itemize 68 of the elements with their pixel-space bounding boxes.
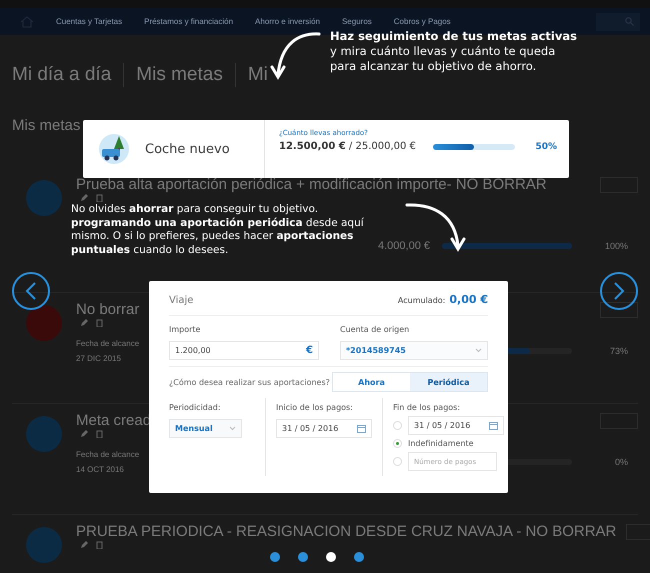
section-title: Mis metas [12, 117, 80, 134]
calendar-icon[interactable] [489, 421, 498, 430]
previous-button[interactable] [12, 272, 50, 310]
breadcrumb-link[interactable]: Mis metas [136, 64, 223, 86]
field-label: Fin de los pagos: [393, 403, 460, 412]
nav-link[interactable]: Seguros [342, 17, 372, 26]
next-button[interactable] [600, 272, 638, 310]
options-dropdown[interactable] [600, 302, 638, 318]
pager-dot[interactable] [270, 552, 280, 562]
pencil-icon[interactable] [80, 430, 88, 438]
date-label: Fecha de alcance [76, 450, 140, 459]
percent-text: 100% [604, 241, 629, 251]
goal-title: PRUEBA PERIODICA - REASIGNACION DESDE CRUZ NAVAJA - NO BORRAR [76, 523, 616, 540]
field-label: Periodicidad: [169, 403, 221, 412]
pencil-icon[interactable] [80, 319, 88, 327]
chevron-right-icon[interactable] [613, 282, 625, 300]
amount-text: 4.000,00 € [378, 240, 430, 252]
accumulated-amount: 0,00 € [449, 293, 488, 306]
trash-icon[interactable] [96, 194, 103, 202]
trash-icon[interactable] [96, 319, 103, 327]
radio-label: Indefinidamente [408, 439, 474, 448]
chevron-icon [229, 426, 236, 431]
calendar-icon[interactable] [357, 424, 366, 433]
nav-link[interactable]: Préstamos y financiación [144, 17, 234, 26]
nav-link[interactable]: Ahorro e inversión [255, 17, 320, 26]
nav-link[interactable]: Cuentas y Tarjetas [56, 17, 122, 26]
question-text: ¿Cómo desea realizar sus aportaciones? [169, 378, 330, 386]
pencil-icon[interactable] [80, 541, 88, 549]
percent-text: 50% [534, 142, 557, 152]
car-tree-icon [97, 132, 131, 166]
tip-text: Haz seguimiento de tus metas activas y mira cuánto llevas y cuánto te queda para alcanzar tu objetivo de ahorro. [330, 29, 578, 74]
chevron-icon [475, 348, 482, 353]
account-dropdown[interactable]: *2014589745 [340, 341, 488, 360]
pager-dot[interactable] [298, 552, 308, 562]
trash-icon[interactable] [96, 541, 103, 549]
pager-dot[interactable] [354, 552, 364, 562]
date-label: Fecha de alcance [76, 339, 140, 348]
date-text: 14 OCT 2016 [76, 465, 124, 474]
trash-icon[interactable] [96, 430, 103, 438]
field-label: Importe [169, 325, 202, 334]
goal-title: Prueba alta aportación periódica + modificación importe- NO BORRAR [76, 176, 547, 193]
date-text: 27 DIC 2015 [76, 354, 121, 363]
date-field[interactable]: 31 / 05 / 2016 [408, 416, 504, 435]
search-field[interactable] [596, 12, 640, 30]
pencil-icon[interactable] [80, 194, 88, 202]
breadcrumb-link[interactable]: Mi día a día [12, 64, 112, 86]
tip-text: No olvides ahorrar para conseguir tu objetivo. programando una aportación periódica desde aquí mismo. O si lo prefieres, puedes hacer aportaciones puntuales cuando lo desees. [71, 203, 365, 258]
pager-dot[interactable] [326, 552, 336, 562]
goal-title: Coche nuevo [145, 142, 230, 156]
radio-button[interactable] [393, 457, 402, 466]
nav-link[interactable]: Cobros y Pagos [394, 17, 451, 26]
percent-text: 0% [614, 457, 629, 467]
breadcrumb-link[interactable]: Mi [248, 64, 268, 86]
amount-field[interactable]: 1.200,00 € [169, 341, 319, 360]
field-label: Inicio de los pagos: [276, 403, 353, 412]
chevron-left-icon[interactable] [25, 282, 37, 300]
form-title: Viaje [169, 295, 194, 306]
periodicity-dropdown[interactable]: Mensual [169, 419, 242, 438]
goal-title: No borrar [76, 301, 140, 318]
curved-arrow [269, 31, 321, 81]
radio-button[interactable] [393, 439, 402, 448]
accumulated-label: Acumulado: [398, 296, 446, 305]
date-field[interactable]: 31 / 05 / 2016 [276, 419, 372, 438]
mode-tab[interactable]: Periódica [410, 373, 487, 391]
field-label: Cuenta de origen [340, 325, 410, 334]
radio-button[interactable] [393, 421, 402, 430]
saved-amount: 12.500,00 € / 25.000,00 € [279, 141, 417, 152]
percent-text: 73% [608, 346, 629, 356]
